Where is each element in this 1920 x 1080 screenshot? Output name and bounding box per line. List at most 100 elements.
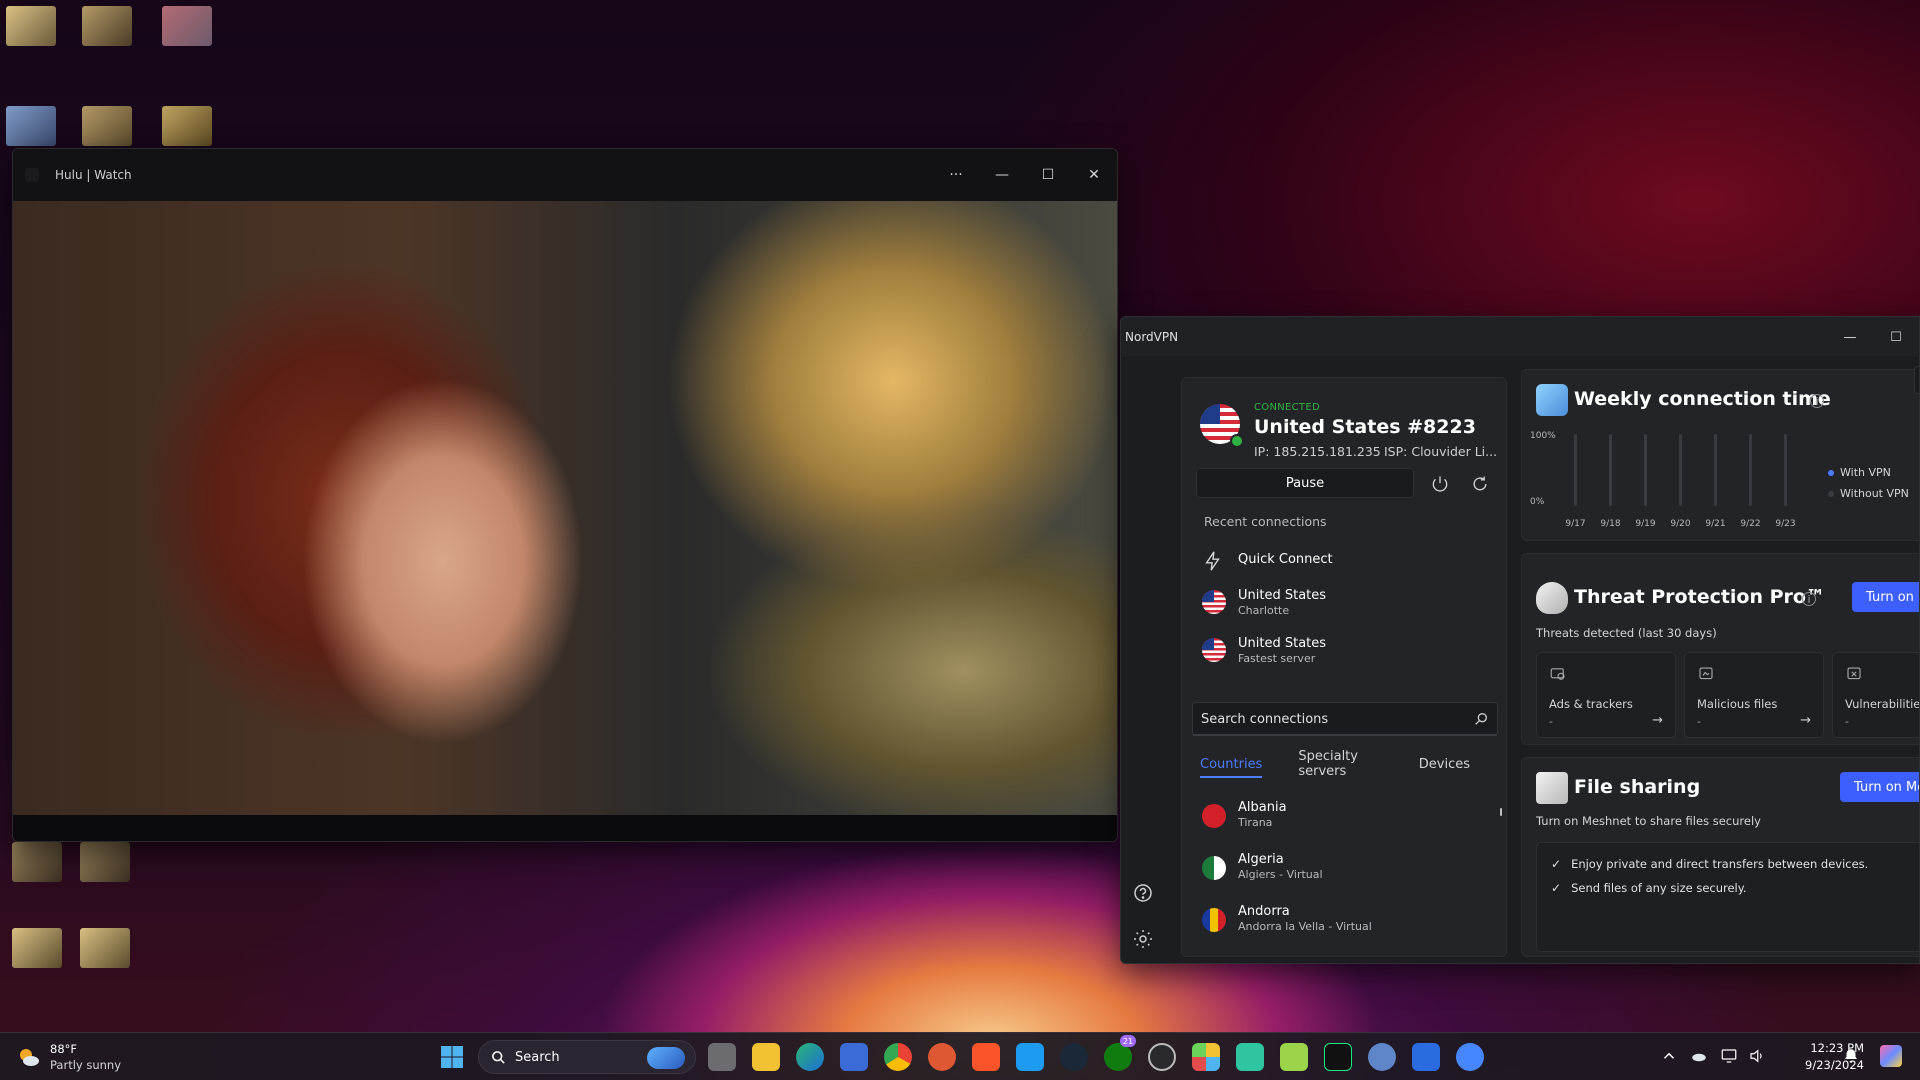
desktop-icon[interactable]	[80, 928, 130, 968]
file-explorer-icon[interactable]	[752, 1043, 780, 1071]
country-item-albania[interactable]: Albania Tirana	[1196, 794, 1496, 842]
desktop-icon[interactable]	[82, 106, 132, 146]
maximize-button[interactable]: ☐	[1873, 317, 1919, 357]
bar-track	[1644, 434, 1647, 506]
desktop-icon[interactable]	[162, 106, 212, 146]
recent-item-us-fastest[interactable]: United States Fastest server	[1196, 630, 1496, 674]
surfshark-icon[interactable]	[1412, 1043, 1440, 1071]
windows-start-icon[interactable]	[440, 1045, 464, 1069]
more-options-button[interactable]: ···	[933, 149, 979, 201]
file-share-icon	[1536, 772, 1568, 804]
recent-item-us-charlotte[interactable]: United States Charlotte	[1196, 582, 1496, 626]
feature-item: ✓ Send files of any size securely.	[1551, 881, 1747, 895]
recent-item-sub: Fastest server	[1238, 652, 1316, 665]
speedometer-icon[interactable]	[1148, 1043, 1176, 1071]
info-icon[interactable]: i	[1802, 592, 1816, 606]
reconnect-refresh-icon[interactable]	[1468, 472, 1492, 496]
file-warning-icon	[1697, 665, 1715, 683]
arrow-right-icon: →	[1652, 713, 1663, 728]
volume-speaker-icon[interactable]	[1748, 1047, 1766, 1065]
edge-browser-icon[interactable]	[796, 1043, 824, 1071]
weather-widget[interactable]: 88°F Partly sunny	[16, 1039, 156, 1075]
desktop-icon[interactable]	[6, 6, 56, 46]
duckduckgo-icon[interactable]	[928, 1043, 956, 1071]
close-button[interactable]: ✕	[1071, 149, 1117, 201]
twitter-icon[interactable]	[1016, 1043, 1044, 1071]
disconnect-power-icon[interactable]	[1428, 472, 1452, 496]
tab-devices[interactable]: Devices	[1411, 750, 1478, 778]
hulu-app-icon[interactable]	[1324, 1043, 1352, 1071]
download-icon[interactable]	[1914, 366, 1919, 394]
tab-specialty-servers[interactable]: Specialty servers	[1290, 749, 1390, 779]
xbox-icon[interactable]	[1104, 1043, 1132, 1071]
desktop-icon[interactable]	[82, 6, 132, 46]
chrome-icon[interactable]	[884, 1043, 912, 1071]
bar-track	[1749, 434, 1752, 506]
bar-track	[1574, 434, 1577, 506]
desktop-icon[interactable]	[12, 928, 62, 968]
turn-on-meshnet-button[interactable]: Turn on Meshnet	[1840, 772, 1919, 802]
legend-dot	[1828, 469, 1834, 476]
notification-bell-icon[interactable]	[1842, 1047, 1860, 1065]
search-connections-input[interactable]	[1201, 703, 1461, 735]
package-box-icon[interactable]	[1280, 1043, 1308, 1071]
brave-icon[interactable]	[972, 1043, 1000, 1071]
bar-track	[1679, 434, 1682, 506]
y-tick-label: 0%	[1530, 497, 1545, 507]
desktop-icons-top	[6, 6, 246, 146]
albania-flag-icon	[1202, 804, 1226, 828]
video-player[interactable]	[13, 201, 1117, 815]
nordvpn-window-title: NordVPN	[1125, 330, 1179, 344]
bar-track	[1609, 434, 1612, 506]
settings-gear-icon[interactable]	[1131, 927, 1155, 951]
minimize-button[interactable]: —	[979, 149, 1025, 201]
recent-item-name: United States	[1238, 588, 1327, 603]
android-subsystem-icon[interactable]	[1236, 1043, 1264, 1071]
nordvpn-titlebar[interactable]: NordVPN — ☐	[1121, 317, 1919, 357]
x-tick-label: 9/22	[1740, 519, 1760, 529]
stat-label: Malicious files	[1697, 697, 1778, 711]
microsoft-store-icon[interactable]	[840, 1043, 868, 1071]
search-icon[interactable]	[1473, 711, 1489, 727]
recent-item-name: United States	[1238, 636, 1327, 651]
network-monitor-icon[interactable]	[1720, 1047, 1738, 1065]
stat-value: -	[1845, 715, 1849, 728]
turn-on-threat-protection-button[interactable]: Turn on	[1852, 582, 1919, 612]
country-item-algeria[interactable]: Algeria Algiers - Virtual	[1196, 846, 1496, 894]
country-item-andorra[interactable]: Andorra Andorra la Vella - Virtual	[1196, 898, 1496, 946]
tab-countries[interactable]: Countries	[1192, 750, 1270, 778]
check-icon: ✓	[1551, 857, 1562, 871]
onedrive-cloud-icon[interactable]	[1690, 1047, 1708, 1065]
arrow-right-icon: →	[1800, 713, 1811, 728]
x-tick-label: 9/19	[1635, 519, 1655, 529]
desktop-icon[interactable]	[12, 842, 62, 882]
feature-item: ✓ Enjoy private and direct transfers bet…	[1551, 857, 1868, 871]
app-cube-icon[interactable]	[1192, 1043, 1220, 1071]
stat-malicious-files[interactable]: Malicious files - →	[1684, 652, 1824, 738]
desktop-icon[interactable]	[162, 6, 212, 46]
info-icon[interactable]: i	[1810, 394, 1824, 408]
desktop-icon[interactable]	[6, 106, 56, 146]
taskbar-search[interactable]: Search	[478, 1040, 696, 1074]
us-flag-icon	[1202, 638, 1226, 662]
desktop-icon[interactable]	[80, 842, 130, 882]
partly-sunny-icon	[16, 1045, 40, 1069]
scrollbar-thumb[interactable]	[1500, 808, 1502, 816]
chevron-up-icon[interactable]	[1660, 1047, 1678, 1065]
maximize-button[interactable]: ☐	[1025, 149, 1071, 201]
weekly-chart-svg: 100% 0% 9/17 9/18 9/19 9/20 9/21 9/22 9/23	[1530, 431, 1796, 529]
copilot-icon[interactable]	[1880, 1045, 1902, 1067]
steam-icon[interactable]	[1060, 1043, 1088, 1071]
help-icon[interactable]	[1131, 881, 1155, 905]
minimize-button[interactable]: —	[1827, 317, 1873, 357]
x-tick-label: 9/18	[1600, 519, 1620, 529]
hulu-titlebar[interactable]: Hulu | Watch ··· — ☐ ✕	[13, 149, 1117, 201]
stat-ads-trackers[interactable]: Ads & trackers - →	[1536, 652, 1676, 738]
bar-track	[1714, 434, 1717, 506]
qbittorrent-icon[interactable]	[1368, 1043, 1396, 1071]
pause-button[interactable]: Pause	[1196, 468, 1414, 498]
nordvpn-app-icon[interactable]	[1456, 1043, 1484, 1071]
task-view-icon[interactable]	[708, 1043, 736, 1071]
recent-item-quick-connect[interactable]: Quick Connect	[1196, 540, 1496, 584]
stat-vulnerabilities[interactable]: Vulnerabilities -	[1832, 652, 1919, 738]
